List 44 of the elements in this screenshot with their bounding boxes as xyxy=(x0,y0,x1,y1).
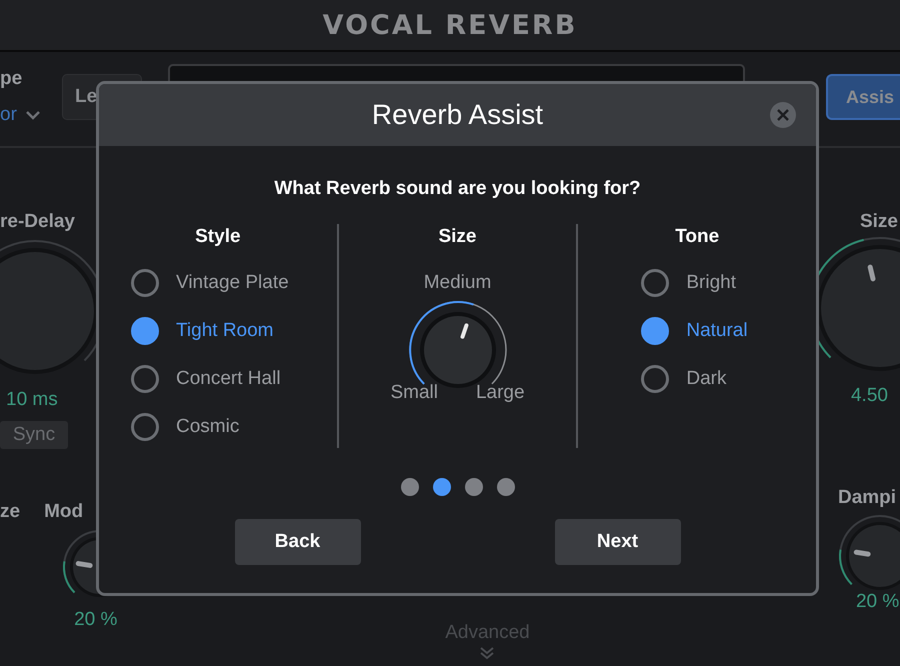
radio-button[interactable] xyxy=(641,365,670,393)
column-heading: Tone xyxy=(675,226,720,248)
option-label[interactable]: Bright xyxy=(686,272,736,294)
knob-label: Size xyxy=(860,211,898,233)
knob-value: 20 % xyxy=(856,591,900,613)
radio-button[interactable] xyxy=(641,269,670,297)
type-label: pe xyxy=(0,68,24,90)
column-heading: Size xyxy=(438,226,477,248)
radio-button[interactable] xyxy=(641,317,670,345)
question-text: What Reverb sound are you looking for? xyxy=(274,178,641,200)
knob-label: Mod xyxy=(44,501,84,523)
radio-button[interactable] xyxy=(131,269,159,297)
page-dot[interactable] xyxy=(432,478,450,496)
radio-button[interactable] xyxy=(131,365,159,393)
knob-label: re-Delay xyxy=(0,211,75,233)
knob-value: 4.50 xyxy=(850,385,888,407)
chevron-down-icon[interactable] xyxy=(24,110,41,120)
plugin-title: VOCAL REVERB xyxy=(322,10,578,40)
dialog-button[interactable]: Back xyxy=(234,519,360,565)
option-label[interactable]: Vintage Plate xyxy=(176,272,289,294)
type-dropdown-value[interactable]: or xyxy=(0,104,17,126)
column-heading: Style xyxy=(195,226,241,248)
close-icon xyxy=(777,109,789,121)
knob-value: 20 % xyxy=(74,609,118,631)
option-label[interactable]: Concert Hall xyxy=(176,368,281,390)
option-label[interactable]: Natural xyxy=(686,320,748,342)
dialog-button[interactable]: Next xyxy=(554,519,680,565)
option-label[interactable]: Cosmic xyxy=(176,416,240,438)
max-label: Large xyxy=(476,382,525,404)
double-chevron-down-icon[interactable] xyxy=(479,646,496,660)
knob-label: Dampi xyxy=(838,487,896,509)
knob-value: 10 ms xyxy=(6,389,58,411)
page-dot[interactable] xyxy=(464,478,482,496)
option-label[interactable]: Dark xyxy=(686,368,726,390)
min-label: Small xyxy=(390,382,438,404)
knob-label: ze xyxy=(0,501,20,524)
close-button[interactable] xyxy=(770,102,796,128)
dialog-title: Reverb Assist xyxy=(372,99,544,131)
radio-button[interactable] xyxy=(131,317,159,345)
knob-value: Medium xyxy=(424,272,492,294)
option-label[interactable]: Tight Room xyxy=(176,320,274,342)
page-dot[interactable] xyxy=(400,478,418,496)
page-dot[interactable] xyxy=(496,478,514,496)
radio-button[interactable] xyxy=(131,413,159,441)
